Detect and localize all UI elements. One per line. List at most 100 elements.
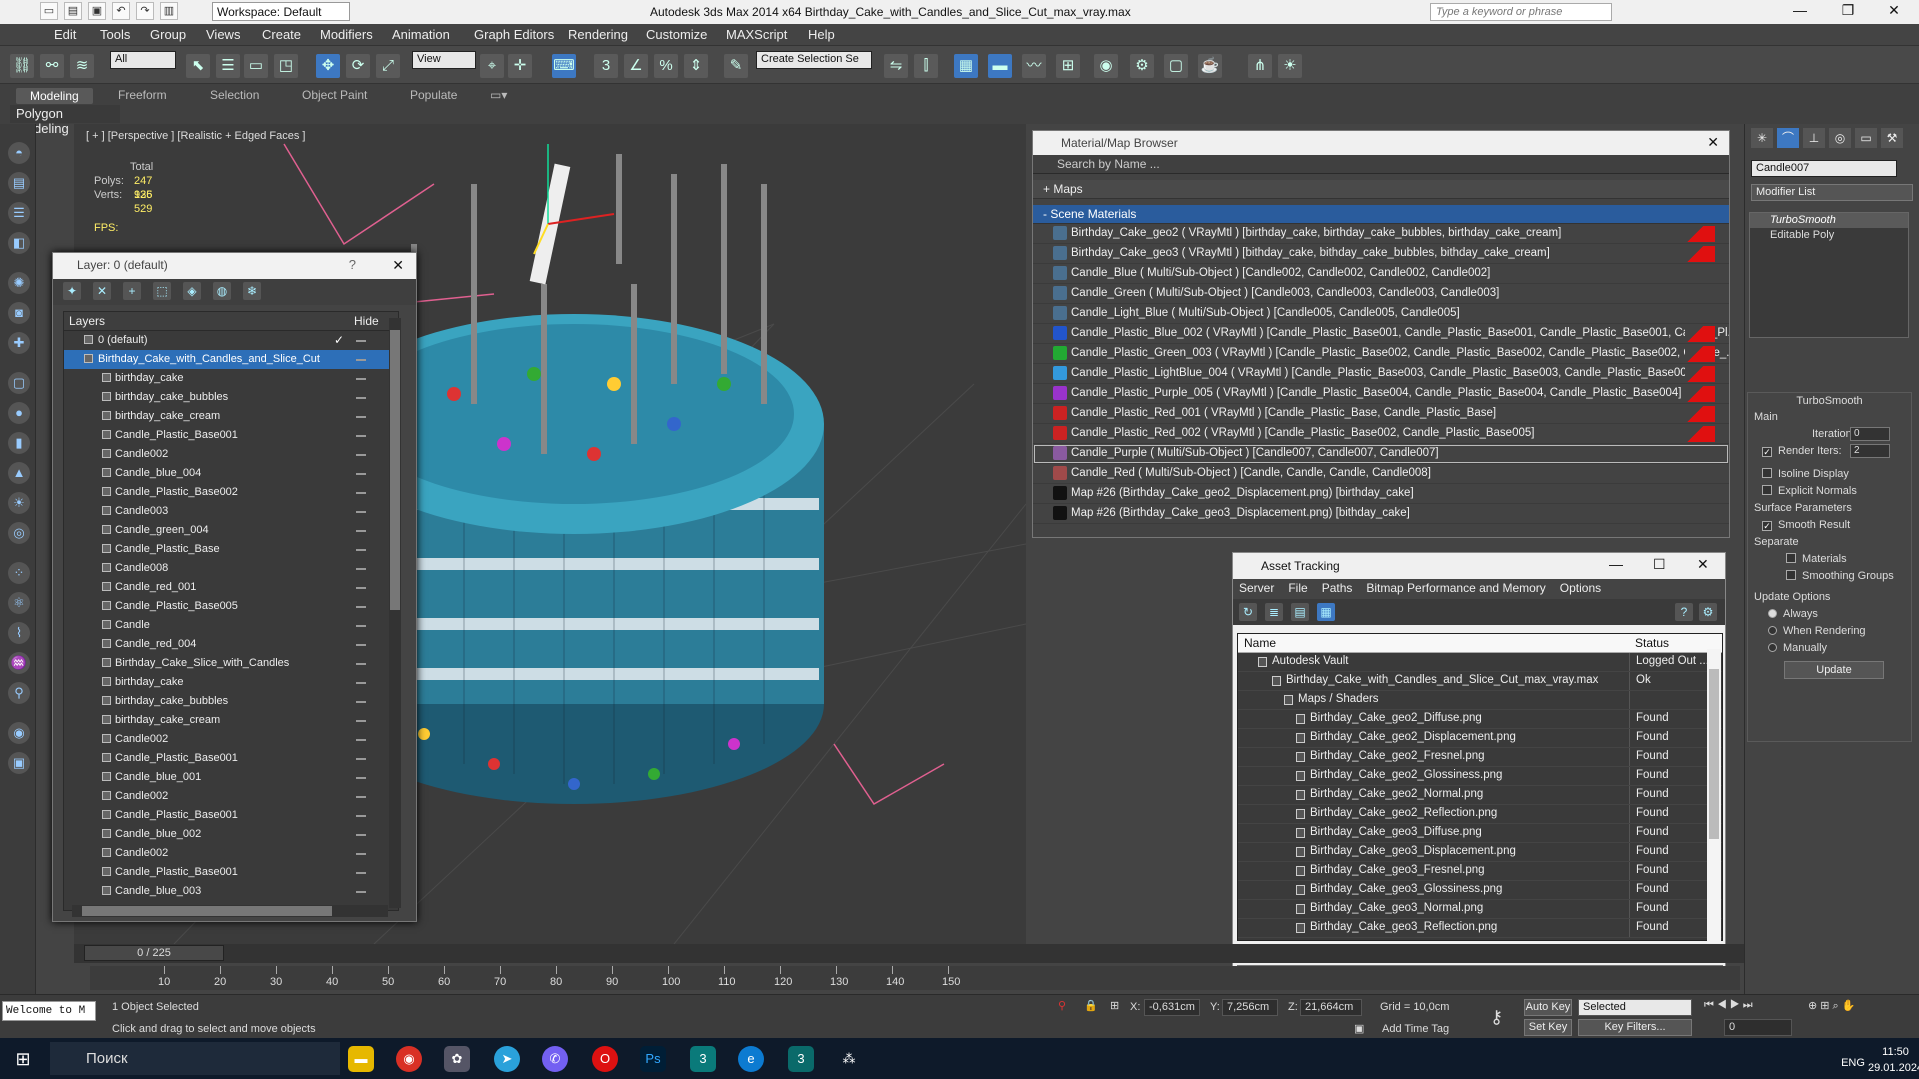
pin-icon[interactable]: ⚲ [1058, 999, 1066, 1012]
layer-object-row[interactable]: birthday_cake [64, 369, 398, 388]
material-row[interactable]: Candle_Plastic_Blue_002 ( VRayMtl ) [Can… [1033, 324, 1729, 344]
light-bulb-icon[interactable]: ✺ [8, 272, 30, 294]
cloth-icon[interactable]: ♒ [8, 652, 30, 674]
material-row[interactable]: Candle_Plastic_Purple_005 ( VRayMtl ) [C… [1033, 384, 1729, 404]
playback-controls[interactable]: ⏮ ◀ ▶ ⏭ [1704, 999, 1753, 1012]
material-row[interactable]: Candle_Purple ( Multi/Sub-Object ) [Cand… [1033, 444, 1729, 464]
minimize-icon[interactable]: — [1780, 2, 1820, 18]
active-layer-check-icon[interactable]: ✓ [334, 331, 344, 350]
ribbon-tab-modeling[interactable]: Modeling [16, 88, 93, 104]
layer-object-row[interactable]: Candle_Plastic_Base001 [64, 749, 398, 768]
hide-toggle[interactable] [356, 853, 366, 855]
hide-toggle[interactable] [356, 549, 366, 551]
new-file-icon[interactable]: ▭ [40, 2, 58, 20]
asset-menu-options[interactable]: Options [1560, 581, 1601, 597]
hide-toggle[interactable] [356, 340, 366, 342]
hide-toggle[interactable] [356, 568, 366, 570]
delete-layer-icon[interactable]: ✕ [93, 282, 111, 300]
auto-key-button[interactable]: Auto Key [1524, 999, 1572, 1016]
move-icon[interactable]: ✥ [316, 54, 340, 78]
teapot-icon[interactable]: ◓ [8, 142, 30, 164]
col-hide[interactable]: Hide [354, 314, 379, 328]
material-row[interactable]: Map #26 (Birthday_Cake_geo2_Displacement… [1033, 484, 1729, 504]
utilities-tab-icon[interactable]: ⚒ [1881, 128, 1903, 148]
layer-list-horizontal-scrollbar[interactable] [72, 905, 388, 917]
asset-maximize-icon[interactable]: ☐ [1653, 556, 1666, 573]
modifier-list-dropdown[interactable]: Modifier List [1751, 184, 1913, 201]
stack-item-editable-poly[interactable]: Editable Poly [1750, 228, 1908, 243]
asset-row[interactable]: Birthday_Cake_geo2_Diffuse.png Found [1238, 710, 1722, 729]
named-selection-set-dropdown[interactable]: Create Selection Se [756, 51, 872, 69]
hide-toggle[interactable] [356, 758, 366, 760]
asset-settings-icon[interactable]: ⚙ [1699, 603, 1717, 621]
scale-icon[interactable]: ⤢ [376, 54, 400, 78]
material-browser-close-icon[interactable]: ✕ [1707, 134, 1719, 151]
layer-object-row[interactable]: Candle_red_004 [64, 635, 398, 654]
layer-object-row[interactable]: Candle002 [64, 844, 398, 863]
display-icon[interactable]: ◧ [8, 232, 30, 254]
col-layers[interactable]: Layers [69, 314, 105, 328]
hide-toggle[interactable] [356, 891, 366, 893]
hide-toggle[interactable] [356, 777, 366, 779]
menu-maxscript[interactable]: MAXScript [726, 27, 787, 42]
scene-explorer-icon[interactable]: ▤ [8, 172, 30, 194]
workspace-dropdown[interactable]: Workspace: Default [212, 2, 350, 21]
opera-icon[interactable]: O [592, 1046, 618, 1072]
turbosmooth-rollout-title[interactable]: TurboSmooth [1748, 393, 1911, 409]
render-frame-icon[interactable]: ▣ [8, 752, 30, 774]
snap-toggle-icon[interactable]: 3 [594, 54, 618, 78]
undo-icon[interactable]: ↶ [112, 2, 130, 20]
z-coord-field[interactable]: 21,664cm [1300, 999, 1362, 1016]
layer-object-row[interactable]: Candle_blue_001 [64, 768, 398, 787]
layer-object-row[interactable]: Candle_red_001 [64, 578, 398, 597]
hide-toggle[interactable] [356, 435, 366, 437]
language-indicator[interactable]: ENG [1840, 1050, 1866, 1076]
edge-icon[interactable]: e [738, 1046, 764, 1072]
material-row[interactable]: Candle_Light_Blue ( Multi/Sub-Object ) [… [1033, 304, 1729, 324]
menu-graph-editors[interactable]: Graph Editors [474, 27, 554, 42]
bone-icon[interactable]: ⚲ [8, 682, 30, 704]
maxscript-listener[interactable]: Welcome to M [2, 1001, 96, 1021]
hide-toggle[interactable] [356, 359, 366, 361]
ribbon-tab-freeform[interactable]: Freeform [118, 88, 167, 102]
render-iters-spinner[interactable]: 2 [1850, 444, 1890, 458]
layer-object-row[interactable]: Candle_Plastic_Base001 [64, 863, 398, 882]
hide-toggle[interactable] [356, 511, 366, 513]
smoothing-groups-checkbox[interactable] [1786, 570, 1796, 580]
create-layer-icon[interactable]: ✦ [63, 282, 81, 300]
viewport-label[interactable]: [ + ] [Perspective ] [Realistic + Edged … [86, 130, 306, 142]
manipulate-icon[interactable]: ✛ [508, 54, 532, 78]
stack-item-turbosmooth[interactable]: TurboSmooth [1750, 213, 1908, 228]
telegram-icon[interactable]: ➤ [494, 1046, 520, 1072]
app-grid-icon[interactable]: ⁂ [836, 1046, 862, 1072]
ribbon-tab-populate[interactable]: Populate [410, 88, 457, 102]
lock-icon[interactable]: 🔒 [1084, 999, 1098, 1012]
material-editor-icon[interactable]: ◉ [1094, 54, 1118, 78]
hide-toggle[interactable] [356, 473, 366, 475]
iterations-spinner[interactable]: 0 [1850, 427, 1890, 441]
app-icon[interactable]: ✿ [444, 1046, 470, 1072]
layer-object-row[interactable]: Candle_blue_002 [64, 825, 398, 844]
menu-animation[interactable]: Animation [392, 27, 450, 42]
asset-vertical-scrollbar[interactable] [1707, 649, 1721, 943]
mirror-icon[interactable]: ⇋ [884, 54, 908, 78]
render-iters-checkbox[interactable]: ✓ [1762, 447, 1772, 457]
vray-light-icon[interactable]: ☀ [1278, 54, 1302, 78]
hide-toggle[interactable] [356, 872, 366, 874]
ribbon-polygon-modeling[interactable]: Polygon Modeling [10, 105, 120, 136]
list-view-icon[interactable]: ≣ [1265, 603, 1283, 621]
layer-object-row[interactable]: birthday_cake_cream [64, 407, 398, 426]
hide-toggle[interactable] [356, 701, 366, 703]
hide-toggle[interactable] [356, 720, 366, 722]
reference-coord-dropdown[interactable]: View [412, 51, 476, 69]
unlink-icon[interactable]: ⚯ [40, 54, 64, 78]
asset-row[interactable]: Birthday_Cake_geo2_Normal.png Found [1238, 786, 1722, 805]
create-tab-icon[interactable]: ✳ [1751, 128, 1773, 148]
material-row[interactable]: Map #26 (Birthday_Cake_geo3_Displacement… [1033, 504, 1729, 524]
rect-selection-icon[interactable]: ▭ [244, 54, 268, 78]
layer-object-row[interactable]: Candle_blue_003 [64, 882, 398, 901]
align-icon[interactable]: ⫿ [914, 54, 938, 78]
layer-object-row[interactable]: Candle002 [64, 730, 398, 749]
hide-toggle[interactable] [356, 416, 366, 418]
menu-help[interactable]: Help [808, 27, 835, 42]
